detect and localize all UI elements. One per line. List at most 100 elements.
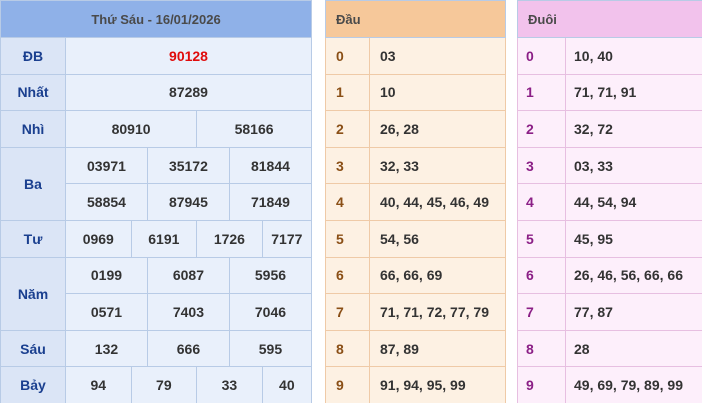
tail-digit: 2	[517, 110, 566, 148]
tail-digit: 5	[517, 219, 566, 258]
tail-numbers: 45, 95	[564, 219, 702, 258]
head-numbers: 71, 71, 72, 77, 79	[369, 293, 506, 331]
head-row: 5 54, 56	[325, 219, 506, 258]
tail-numbers: 44, 54, 94	[564, 183, 702, 221]
head-numbers: 87, 89	[369, 329, 506, 368]
head-row: 4 40, 44, 45, 46, 49	[325, 183, 506, 221]
head-row: 8 87, 89	[325, 329, 506, 368]
prize-label: Ba	[0, 146, 66, 221]
tail-row: 0 10, 40	[517, 37, 702, 75]
tail-digit: 4	[517, 183, 566, 221]
head-row: 2 26, 28	[325, 110, 506, 148]
head-row: 9 91, 94, 95, 99	[325, 366, 506, 403]
lottery-results-table: Thứ Sáu - 16/01/2026 ĐB 90128 Nhất 87289…	[0, 0, 313, 403]
prize-value: 94	[65, 366, 132, 403]
prize-value: 1726	[196, 219, 263, 258]
tail-numbers: 10, 40	[564, 37, 702, 75]
prize-label: Sáu	[0, 329, 66, 368]
tail-row: 6 26, 46, 56, 66, 66	[517, 256, 702, 295]
tail-table-title: Đuôi	[516, 0, 702, 38]
tail-digit-table: Đuôi 0 10, 40 1 71, 71, 91 2 32, 72 3 03, 33…	[516, 0, 702, 403]
prize-value: 40	[261, 366, 313, 403]
head-numbers: 40, 44, 45, 46, 49	[369, 183, 506, 221]
prize-row-nhi: Nhì 80910 58166	[0, 110, 312, 148]
head-row: 1 10	[325, 73, 506, 112]
prize-value: 71849	[228, 183, 313, 221]
prize-value: 33	[196, 366, 263, 403]
tail-row: 3 03, 33	[517, 146, 702, 185]
results-date-title: Thứ Sáu - 16/01/2026	[0, 0, 312, 38]
head-row: 3 32, 33	[325, 146, 506, 185]
tail-row: 5 45, 95	[517, 219, 702, 258]
head-numbers: 91, 94, 95, 99	[369, 366, 506, 403]
prize-label: Năm	[0, 256, 66, 331]
prize-label: Bảy	[0, 366, 66, 403]
prize-value: 0571	[65, 293, 148, 331]
head-numbers: 10	[369, 73, 506, 112]
prize-value: 0199	[65, 256, 148, 295]
prize-value: 35172	[146, 146, 230, 185]
prize-row-nam: Năm 0199 6087 5956	[0, 256, 313, 331]
tail-digit: 7	[517, 293, 566, 331]
tail-numbers: 28	[564, 329, 702, 368]
head-digit-table: Đầu 0 03 1 10 2 26, 28 3 32, 33 4 40, 44, 45,…	[325, 0, 506, 403]
tail-numbers: 77, 87	[564, 293, 702, 331]
head-digit: 6	[325, 256, 370, 295]
head-numbers: 26, 28	[369, 110, 506, 148]
tail-digit: 9	[517, 366, 566, 403]
prize-value: 79	[130, 366, 198, 403]
head-table-title: Đầu	[325, 0, 506, 38]
tail-numbers: 03, 33	[564, 146, 702, 185]
prize-value: 132	[65, 329, 148, 368]
prize-value: 80910	[64, 110, 198, 148]
head-numbers: 66, 66, 69	[369, 256, 506, 295]
head-digit: 2	[325, 110, 370, 148]
tail-row: 1 71, 71, 91	[517, 73, 702, 112]
prize-value: 0969	[65, 219, 132, 258]
tail-digit: 3	[517, 146, 566, 185]
prize-value: 7177	[261, 219, 313, 258]
prize-row-bay: Bảy 94 79 33 40	[0, 366, 313, 403]
head-digit: 5	[325, 219, 370, 258]
prize-value: 87289	[65, 73, 312, 112]
prize-value: 81844	[228, 146, 313, 185]
tail-numbers: 32, 72	[564, 110, 702, 148]
head-digit: 3	[325, 146, 370, 185]
prize-value: 03971	[65, 146, 148, 185]
prize-label: Nhì	[0, 110, 66, 148]
prize-label: Tư	[0, 219, 66, 258]
head-digit: 0	[325, 37, 370, 75]
head-row: 7 71, 71, 72, 77, 79	[325, 293, 506, 331]
prize-row-nhat: Nhất 87289	[0, 73, 312, 112]
prize-row-sau: Sáu 132 666 595	[0, 329, 313, 368]
prize-row-tu: Tư 0969 6191 1726 7177	[0, 219, 313, 258]
tail-row: 4 44, 54, 94	[517, 183, 702, 221]
head-row: 6 66, 66, 69	[325, 256, 506, 295]
tail-digit: 1	[517, 73, 566, 112]
tail-row: 2 32, 72	[517, 110, 702, 148]
special-prize-value: 90128	[65, 37, 312, 75]
head-digit: 4	[325, 183, 370, 221]
tail-digit: 8	[517, 329, 566, 368]
prize-label: Nhất	[0, 73, 66, 112]
tail-digit: 0	[517, 37, 566, 75]
prize-value: 58166	[196, 110, 312, 148]
tail-numbers: 71, 71, 91	[564, 73, 702, 112]
prize-value: 666	[146, 329, 230, 368]
tail-row: 7 77, 87	[517, 293, 702, 331]
prize-value: 7046	[228, 293, 313, 331]
prize-value: 87945	[146, 183, 230, 221]
head-digit: 8	[325, 329, 370, 368]
tail-row: 9 49, 69, 79, 89, 99	[517, 366, 702, 403]
head-digit: 1	[325, 73, 370, 112]
prize-value: 7403	[146, 293, 230, 331]
prize-value: 595	[228, 329, 313, 368]
prize-value: 58854	[65, 183, 148, 221]
head-numbers: 03	[369, 37, 506, 75]
head-numbers: 32, 33	[369, 146, 506, 185]
prize-value: 6191	[130, 219, 198, 258]
head-digit: 7	[325, 293, 370, 331]
head-digit: 9	[325, 366, 370, 403]
prize-value: 6087	[146, 256, 230, 295]
head-row: 0 03	[325, 37, 506, 75]
